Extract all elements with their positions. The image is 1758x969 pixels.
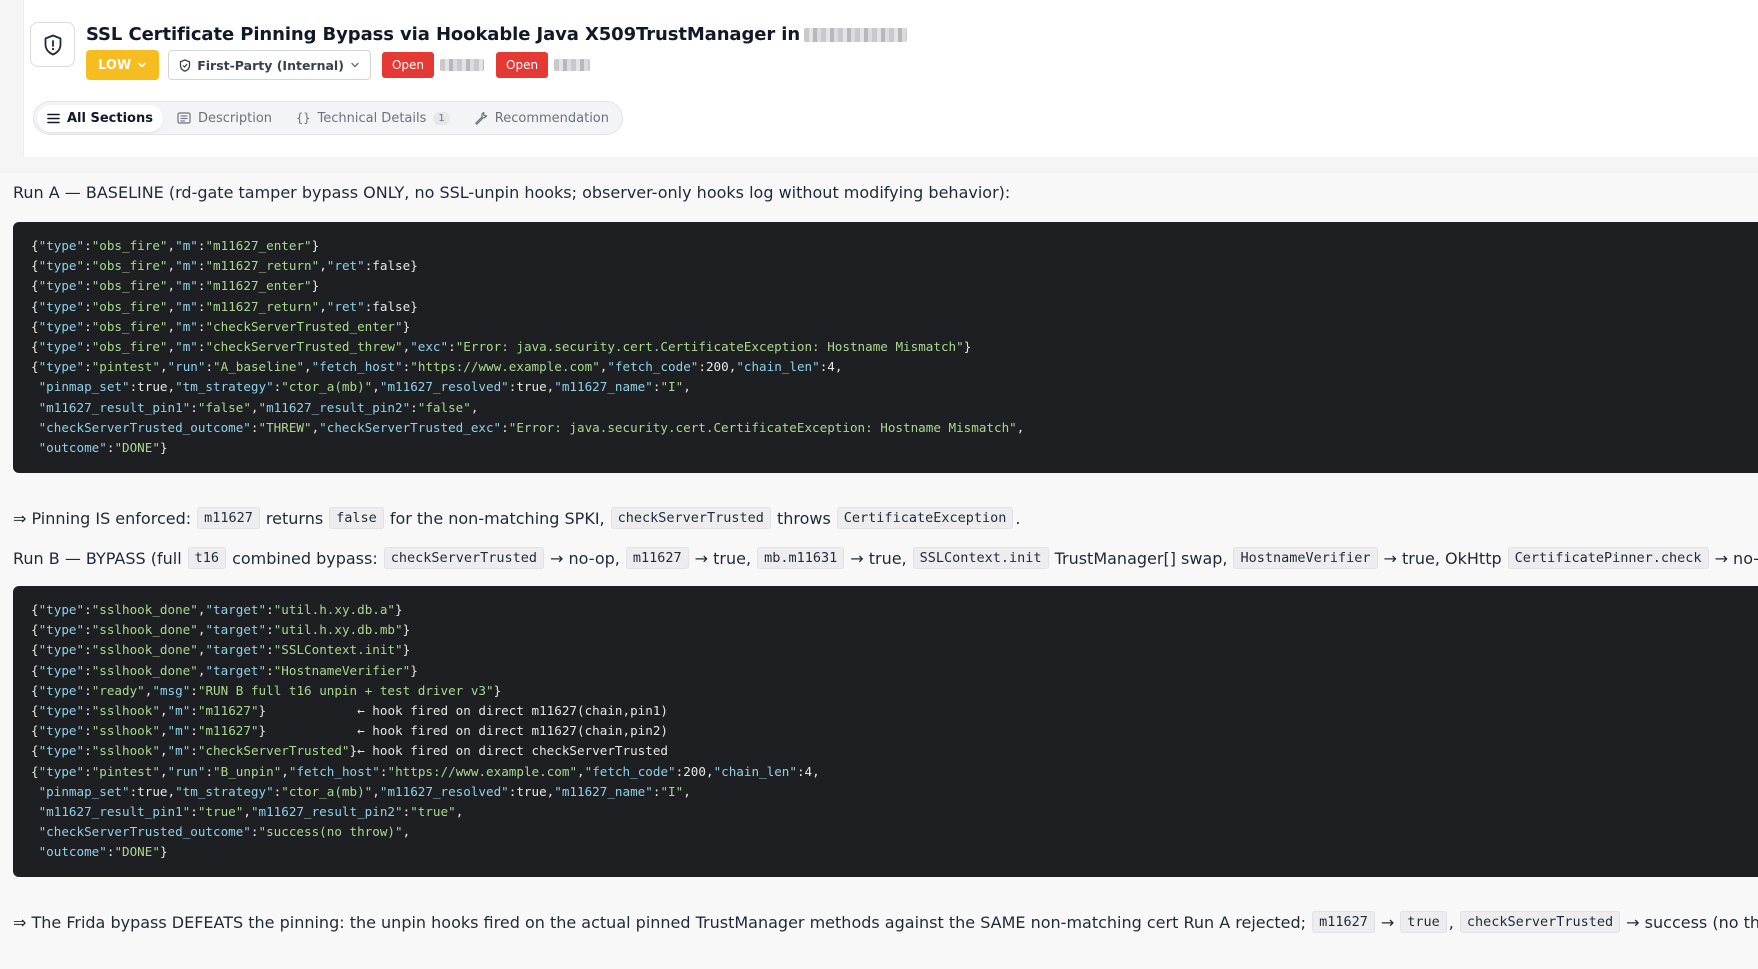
text-segment: → true, [694,548,752,568]
tab-description[interactable]: Description [167,105,282,132]
redacted-tracker-id [554,59,591,71]
code-line: {"type":"ready","msg":"RUN B full t16 un… [31,682,502,698]
list-icon [47,113,60,123]
conclusion-paragraph: ⇒ The Frida bypass DEFEATS the pinning: … [13,911,1758,933]
inline-code: checkServerTrusted [1459,911,1621,933]
code-line: "pinmap_set":true,"tm_strategy":"ctor_a(… [38,379,691,395]
status-badge[interactable]: Open [381,52,434,78]
tab-technical-details[interactable]: {} Technical Details 1 [286,105,460,132]
shield-alert-icon [44,34,61,55]
inline-code: mb.m11631 [757,547,845,569]
text-segment: throws [776,508,831,528]
inline-code: m11627 [197,507,260,529]
severity-label: LOW [98,57,132,73]
section-tabs: All Sections Description {} Technical De… [33,101,623,135]
chevron-down-icon [351,62,359,68]
text-segment: → no-op, [550,548,620,568]
tab-label: Technical Details [317,110,427,126]
run-b-heading: Run B — BYPASS (full t16 combined bypass… [13,547,1758,569]
text-segment: → no-op): [1714,548,1758,568]
code-line: {"type":"sslhook_done","target":"util.h.… [31,602,403,617]
finding-type-icon [30,22,75,67]
code-line: "m11627_result_pin1":"false","m11627_res… [38,399,479,415]
code-line: "outcome":"DONE"} [38,844,168,860]
inline-code: false [329,507,384,529]
code-line: {"type":"obs_fire","m":"m11627_enter"} [31,238,320,253]
code-line: {"type":"obs_fire","m":"checkServerTrust… [31,318,411,334]
shield-icon [180,58,191,72]
scope-label: First-Party (Internal) [197,57,344,73]
tab-label: All Sections [67,110,153,126]
code-line: {"type":"obs_fire","m":"m11627_return","… [31,298,418,314]
code-line: {"type":"sslhook","m":"m11627"} ← hook f… [31,723,668,739]
inline-code: t16 [187,547,227,569]
chevron-down-icon [138,62,147,68]
code-line: {"type":"sslhook_done","target":"util.h.… [31,622,411,638]
code-line: {"type":"sslhook","m":"m11627"} ← hook f… [31,703,668,719]
run-a-code-block: {"type":"obs_fire","m":"m11627_enter"} {… [13,222,1758,473]
status-label: Open [506,58,539,72]
status-group-2: Open [496,52,591,78]
text-segment: combined bypass: [232,548,378,568]
inline-code: HostnameVerifier [1233,547,1378,569]
code-line: {"type":"sslhook_done","target":"Hostnam… [31,662,418,678]
status-group-1: Open [381,52,484,78]
inline-code: m11627 [1312,911,1375,933]
code-line: "checkServerTrusted_outcome":"success(no… [38,824,411,840]
tab-label: Description [197,110,273,126]
inline-code: SSLContext.init [912,547,1049,569]
inline-code: CertificatePinner.check [1507,547,1709,569]
text-segment: , [1448,912,1454,932]
text-segment: ⇒ Pinning IS enforced: [13,508,192,528]
severity-dropdown[interactable]: LOW [86,50,160,80]
badge-row: LOW First-Party (Internal) Open Open [86,50,591,80]
code-line: {"type":"sslhook","m":"checkServerTruste… [31,743,668,759]
code-line: {"type":"obs_fire","m":"m11627_enter"} [31,278,320,294]
inline-code: checkServerTrusted [610,507,771,529]
code-line: "outcome":"DONE"} [38,440,168,456]
code-line: "checkServerTrusted_outcome":"THREW","ch… [38,419,1025,435]
tab-count-badge: 1 [433,111,450,125]
scope-dropdown[interactable]: First-Party (Internal) [168,50,371,80]
redacted-app-name [804,28,908,42]
text-segment: → [1380,912,1395,932]
run-b-code-block: {"type":"sslhook_done","target":"util.h.… [13,586,1758,877]
text-segment: returns [265,508,324,528]
enforced-paragraph: ⇒ Pinning IS enforced: m11627 returns fa… [13,507,1020,529]
text-segment: ⇒ The Frida bypass DEFEATS the pinning: … [13,912,1307,932]
text-segment: → true, OkHttp [1383,548,1502,568]
code-line: {"type":"obs_fire","m":"m11627_return","… [31,258,418,274]
tab-all-sections[interactable]: All Sections [37,104,163,132]
inline-code: checkServerTrusted [383,547,545,569]
text-segment: Run B — BYPASS (full [13,548,182,568]
code-line: "m11627_result_pin1":"true","m11627_resu… [38,804,464,820]
code-line: {"type":"pintest","run":"A_baseline","fe… [31,359,843,375]
code-line: "pinmap_set":true,"tm_strategy":"ctor_a(… [38,783,691,799]
inline-code: true [1400,911,1447,933]
text-segment: for the non-matching SPKI, [389,508,605,528]
run-b-code: {"type":"sslhook_done","target":"util.h.… [31,600,1740,863]
run-a-heading-text: Run A — BASELINE (rd-gate tamper bypass … [13,183,1011,202]
text-segment: TrustManager[] swap, [1054,548,1228,568]
run-a-heading: Run A — BASELINE (rd-gate tamper bypass … [13,183,1010,202]
page-title-text: SSL Certificate Pinning Bypass via Hooka… [86,24,801,45]
code-line: {"type":"sslhook_done","target":"SSLCont… [31,642,411,658]
text-segment: → true, [850,548,907,568]
tab-label: Recommendation [494,110,609,126]
run-a-code: {"type":"obs_fire","m":"m11627_enter"} {… [31,236,1740,458]
text-segment: . [1015,508,1021,528]
inline-code: m11627 [625,547,689,569]
tab-recommendation[interactable]: Recommendation [464,105,619,132]
code-braces-icon: {} [296,111,311,125]
redacted-tracker-id [440,59,484,71]
wrench-icon [474,111,487,125]
status-label: Open [391,58,424,72]
page-title: SSL Certificate Pinning Bypass via Hooka… [86,24,908,45]
inline-code: CertificateException [836,507,1014,529]
code-line: {"type":"pintest","run":"B_unpin","fetch… [31,763,820,779]
document-icon [177,112,191,124]
text-segment: → success (no throw). [1626,912,1758,932]
status-badge[interactable]: Open [496,52,549,78]
code-line: {"type":"obs_fire","m":"checkServerTrust… [31,339,972,355]
